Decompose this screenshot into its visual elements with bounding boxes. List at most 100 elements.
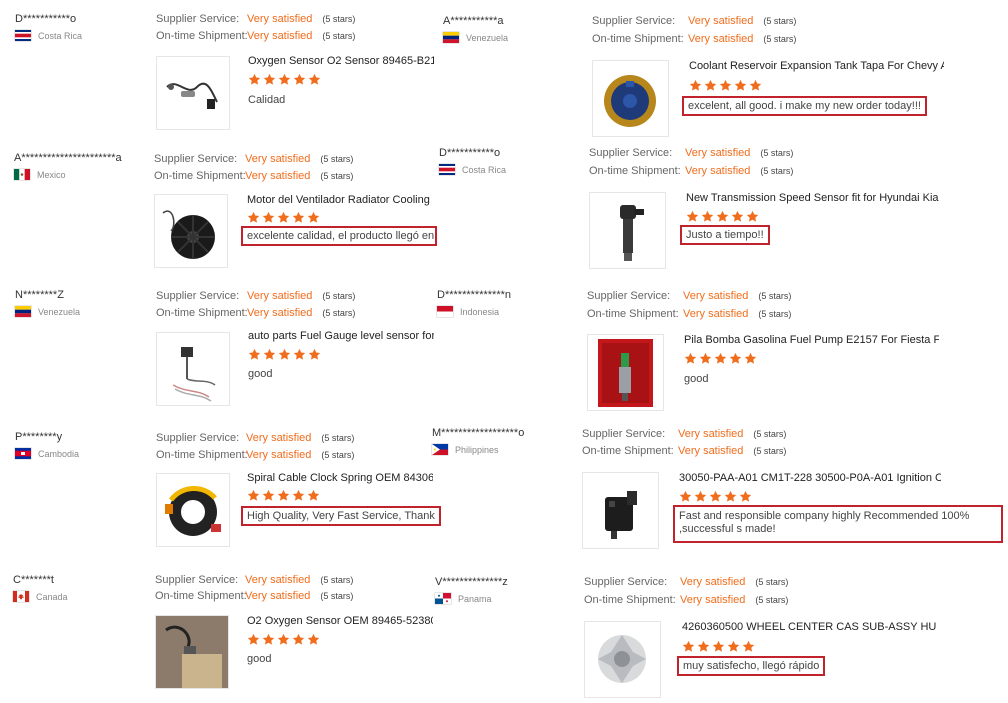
rating-stars xyxy=(247,211,320,224)
canada-flag-icon xyxy=(13,591,29,602)
supplier-service-stars: (5 stars) xyxy=(763,16,797,26)
supplier-service-label: Supplier Service: xyxy=(587,290,671,302)
product-title[interactable]: Pila Bomba Gasolina Fuel Pump E2157 For … xyxy=(684,334,939,346)
supplier-service-label: Supplier Service: xyxy=(592,15,676,27)
ontime-shipment-row: On-time Shipment:Very satisfied(5 stars) xyxy=(582,443,786,460)
ontime-shipment-row: On-time Shipment:Very satisfied(5 stars) xyxy=(154,168,353,185)
product-thumbnail[interactable] xyxy=(156,473,230,547)
product-thumbnail[interactable] xyxy=(592,60,669,137)
indonesia-flag-icon xyxy=(437,306,453,317)
supplier-service-row: Supplier Service: Very satisfied (5 stars) xyxy=(584,574,788,591)
star-icon xyxy=(727,640,740,653)
rating-stars xyxy=(248,348,321,361)
supplier-service-stars: (5 stars) xyxy=(760,148,794,158)
country-name: Indonesia xyxy=(460,306,500,317)
star-icon xyxy=(277,633,290,646)
ontime-shipment-stars: (5 stars) xyxy=(758,309,792,319)
mexico-flag-icon xyxy=(14,169,30,180)
product-thumbnail[interactable] xyxy=(156,332,230,406)
star-icon xyxy=(293,348,306,361)
star-icon xyxy=(247,633,260,646)
review-comment: good xyxy=(248,368,273,380)
rating-stars xyxy=(684,352,757,365)
product-title[interactable]: Motor del Ventilador Radiator Cooling Fa… xyxy=(247,194,433,206)
star-icon xyxy=(247,489,260,502)
supplier-service-value: Very satisfied xyxy=(245,574,311,586)
product-title[interactable]: 30050-PAA-A01 CM1T-228 30500-P0A-A01 Ign… xyxy=(679,472,941,484)
ontime-shipment-stars: (5 stars) xyxy=(322,308,356,318)
buyer-country: Venezuela xyxy=(443,32,508,43)
product-thumbnail[interactable] xyxy=(584,621,661,698)
supplier-service-label: Supplier Service: xyxy=(156,13,240,25)
supplier-service-value: Very satisfied xyxy=(246,432,312,444)
product-title[interactable]: Spiral Cable Clock Spring OEM 84306-06 xyxy=(247,472,433,484)
review-comment: muy satisfecho, llegó rápido xyxy=(677,656,826,676)
ontime-shipment-stars: (5 stars) xyxy=(321,450,355,460)
product-title[interactable]: 4260360500 WHEEL CENTER CAS SUB-ASSY HUB… xyxy=(682,621,937,633)
review-card: P********y Cambodia Supplier Service: Ver… xyxy=(15,430,441,551)
supplier-service-stars: (5 stars) xyxy=(758,291,792,301)
star-icon xyxy=(263,348,276,361)
star-icon xyxy=(293,73,306,86)
ontime-shipment-stars: (5 stars) xyxy=(753,446,787,456)
product-thumbnail[interactable] xyxy=(587,334,664,411)
supplier-service-value: Very satisfied xyxy=(245,153,311,165)
star-icon xyxy=(292,633,305,646)
product-title[interactable]: O2 Oxygen Sensor OEM 89465-52380 for xyxy=(247,615,433,627)
review-comment: High Quality, Very Fast Service, Thank xyxy=(241,506,441,526)
star-icon xyxy=(699,352,712,365)
ontime-shipment-row: On-time Shipment:Very satisfied(5 stars) xyxy=(592,31,796,48)
cambodia-flag-icon xyxy=(15,448,31,459)
product-title[interactable]: New Transmission Speed Sensor fit for Hy… xyxy=(686,192,941,204)
buyer-country: Mexico xyxy=(14,169,66,180)
star-icon xyxy=(716,210,729,223)
buyer-country: Indonesia xyxy=(437,306,499,317)
review-card: A**********************a Mexico Supplier… xyxy=(14,152,437,272)
country-name: Costa Rica xyxy=(462,164,507,175)
star-icon xyxy=(709,490,722,503)
buyer-name: P********y xyxy=(15,431,63,443)
supplier-service-stars: (5 stars) xyxy=(320,575,354,585)
star-icon xyxy=(262,633,275,646)
supplier-service-stars: (5 stars) xyxy=(322,14,356,24)
review-comment: Calidad xyxy=(248,94,286,106)
buyer-name: V**************z xyxy=(435,576,508,588)
ontime-shipment-stars: (5 stars) xyxy=(755,595,789,605)
costa-rica-flag-icon xyxy=(439,164,455,175)
product-title[interactable]: Coolant Reservoir Expansion Tank Tapa Fo… xyxy=(689,60,944,72)
review-card: N********Z Venezuela Supplier Service: Ve… xyxy=(15,289,435,409)
supplier-service-stars: (5 stars) xyxy=(321,433,355,443)
country-name: Philippines xyxy=(455,444,499,455)
product-title[interactable]: auto parts Fuel Gauge level sensor for D… xyxy=(248,330,434,342)
buyer-name: D**************n xyxy=(437,289,511,301)
buyer-country: Costa Rica xyxy=(439,164,506,175)
supplier-service-label: Supplier Service: xyxy=(589,147,673,159)
ontime-shipment-label: On-time Shipment: xyxy=(155,590,247,602)
star-icon xyxy=(749,79,762,92)
ontime-shipment-row: On-time Shipment:Very satisfied(5 stars) xyxy=(589,163,793,180)
supplier-service-label: Supplier Service: xyxy=(156,432,240,444)
product-title[interactable]: Oxygen Sensor O2 Sensor 89465-B2100 Fc xyxy=(248,55,434,67)
ontime-shipment-value: Very satisfied xyxy=(246,449,312,461)
ontime-shipment-value: Very satisfied xyxy=(680,594,746,606)
product-thumbnail[interactable] xyxy=(589,192,666,269)
buyer-country: Venezuela xyxy=(15,306,80,317)
star-icon xyxy=(679,490,692,503)
product-thumbnail[interactable] xyxy=(155,615,229,689)
ontime-shipment-label: On-time Shipment: xyxy=(154,170,246,182)
star-icon xyxy=(731,210,744,223)
product-thumbnail[interactable] xyxy=(582,472,659,549)
star-icon xyxy=(307,633,320,646)
product-thumbnail[interactable] xyxy=(156,56,230,130)
product-thumbnail[interactable] xyxy=(154,194,228,268)
star-icon xyxy=(724,490,737,503)
country-name: Mexico xyxy=(37,169,66,180)
ontime-shipment-value: Very satisfied xyxy=(245,590,311,602)
star-icon xyxy=(682,640,695,653)
supplier-service-row: Supplier Service: Very satisfied (5 stars) xyxy=(156,430,354,447)
ontime-shipment-row: On-time Shipment:Very satisfied(5 stars) xyxy=(584,592,788,609)
country-name: Venezuela xyxy=(466,32,509,43)
buyer-name: N********Z xyxy=(15,289,64,301)
supplier-service-row: Supplier Service: Very satisfied (5 stars) xyxy=(592,13,796,30)
star-icon xyxy=(263,73,276,86)
